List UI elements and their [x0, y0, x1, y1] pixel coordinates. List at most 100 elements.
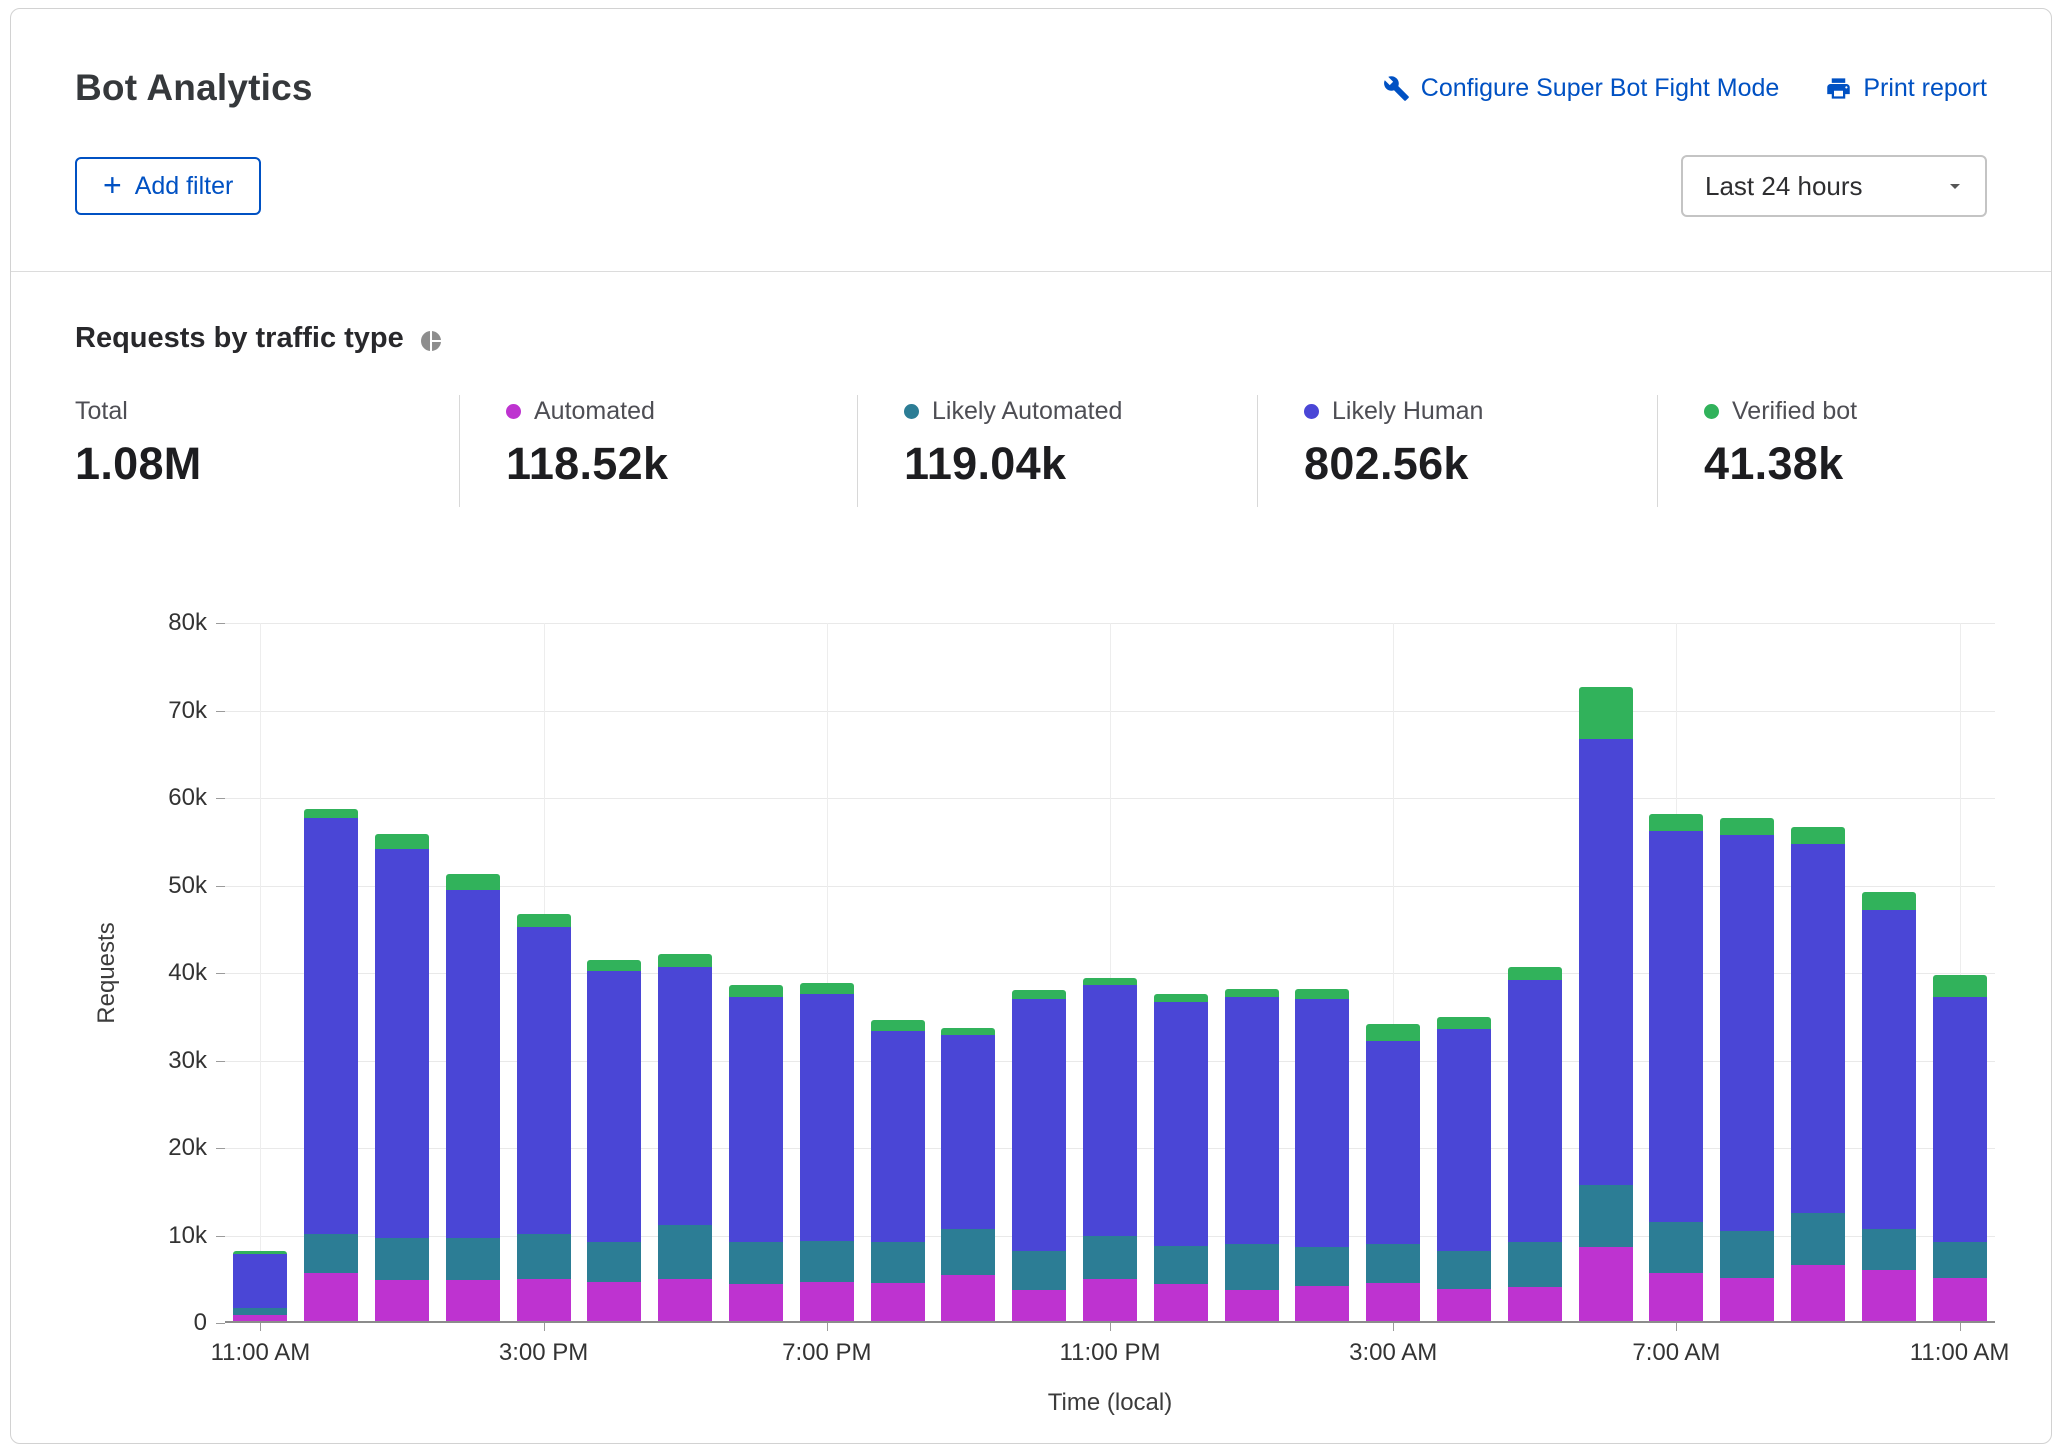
bar-segment-likely-automated	[1862, 1229, 1916, 1270]
bar-segment-likely-human	[658, 967, 712, 1225]
bar-segment-automated	[871, 1283, 925, 1321]
stat-label: Verified bot	[1732, 397, 1857, 426]
add-filter-button[interactable]: + Add filter	[75, 157, 261, 215]
bar-segment-verified-bot	[375, 834, 429, 849]
bar-14	[1225, 989, 1279, 1321]
time-range-value: Last 24 hours	[1705, 171, 1863, 202]
stats-row: Total1.08MAutomated118.52kLikely Automat…	[75, 395, 1987, 507]
y-tick-mark	[216, 973, 225, 974]
bar-segment-likely-automated	[375, 1238, 429, 1280]
bar-23	[1862, 892, 1916, 1321]
bar-segment-automated	[1083, 1279, 1137, 1321]
x-tick-label: 7:00 AM	[1632, 1339, 1720, 1367]
card-body: Requests by traffic type Total1.08MAutom…	[11, 272, 2051, 1444]
bar-segment-verified-bot	[1083, 978, 1137, 985]
bar-segment-verified-bot	[1508, 967, 1562, 980]
bar-segment-automated	[587, 1282, 641, 1321]
bar-20	[1649, 814, 1703, 1322]
bar-segment-verified-bot	[1012, 990, 1066, 999]
bar-segment-likely-automated	[446, 1238, 500, 1280]
bar-segment-likely-human	[800, 994, 854, 1241]
bar-segment-likely-automated	[1579, 1185, 1633, 1246]
stat-automated: Automated118.52k	[459, 395, 857, 507]
bar-segment-likely-automated	[871, 1242, 925, 1283]
configure-super-bot-fight-mode-link[interactable]: Configure Super Bot Fight Mode	[1383, 74, 1780, 103]
bar-segment-verified-bot	[1720, 818, 1774, 836]
legend-dot-icon	[506, 404, 521, 419]
bar-segment-likely-automated	[800, 1241, 854, 1282]
bar-segment-likely-automated	[658, 1225, 712, 1279]
x-tick-label: 7:00 PM	[782, 1339, 871, 1367]
y-tick-mark	[216, 1323, 225, 1324]
bar-segment-automated	[1862, 1270, 1916, 1321]
bar-segment-automated	[233, 1315, 287, 1321]
bar-segment-verified-bot	[233, 1251, 287, 1254]
bar-17	[1437, 1017, 1491, 1321]
bar-segment-likely-human	[1295, 999, 1349, 1247]
bar-segment-automated	[1154, 1284, 1208, 1321]
bar-segment-automated	[941, 1275, 995, 1321]
x-tick-mark	[1393, 1323, 1394, 1331]
bar-segment-verified-bot	[941, 1028, 995, 1035]
bar-segment-automated	[1295, 1286, 1349, 1321]
bar-segment-likely-human	[1366, 1041, 1420, 1244]
bar-11	[1012, 990, 1066, 1321]
bar-segment-likely-human	[517, 927, 571, 1233]
page-title: Bot Analytics	[75, 67, 313, 109]
bar-segment-automated	[1791, 1265, 1845, 1321]
y-tick-mark	[216, 1061, 225, 1062]
bar-segment-automated	[1720, 1278, 1774, 1321]
x-tick-label: 11:00 AM	[1910, 1339, 2010, 1367]
bot-analytics-card: Bot Analytics Configure Super Bot Fight …	[10, 8, 2052, 1444]
bar-segment-verified-bot	[871, 1020, 925, 1031]
bar-segment-verified-bot	[1366, 1024, 1420, 1042]
x-tick-mark	[1960, 1323, 1961, 1331]
x-tick-label: 11:00 PM	[1060, 1339, 1161, 1367]
bar-segment-automated	[1649, 1273, 1703, 1321]
card-header: Bot Analytics Configure Super Bot Fight …	[11, 9, 2051, 109]
bar-segment-likely-automated	[729, 1242, 783, 1284]
bar-7	[729, 985, 783, 1321]
y-tick-label: 20k	[168, 1134, 207, 1162]
bar-segment-likely-automated	[304, 1234, 358, 1273]
bar-5	[587, 960, 641, 1321]
time-range-select[interactable]: Last 24 hours	[1681, 155, 1987, 217]
bar-19	[1579, 687, 1633, 1321]
bar-segment-likely-automated	[1933, 1242, 1987, 1278]
x-tick-label: 3:00 PM	[499, 1339, 588, 1367]
header-links: Configure Super Bot Fight Mode Print rep…	[1383, 74, 1987, 103]
stat-label: Likely Automated	[932, 397, 1122, 426]
filter-controls: + Add filter Last 24 hours	[11, 109, 2051, 271]
bar-segment-verified-bot	[1154, 994, 1208, 1002]
bar-segment-automated	[1579, 1247, 1633, 1321]
bar-segment-verified-bot	[517, 914, 571, 927]
x-tick-mark	[1676, 1323, 1677, 1331]
bar-13	[1154, 994, 1208, 1321]
bar-segment-automated	[304, 1273, 358, 1321]
stat-likely-automated: Likely Automated119.04k	[857, 395, 1257, 507]
bar-segment-verified-bot	[800, 983, 854, 994]
y-tick-mark	[216, 1148, 225, 1149]
bar-segment-likely-human	[233, 1254, 287, 1308]
bar-segment-likely-automated	[1366, 1244, 1420, 1283]
bar-12	[1083, 978, 1137, 1321]
bar-segment-automated	[375, 1280, 429, 1321]
pie-chart-icon	[419, 324, 443, 353]
configure-link-label: Configure Super Bot Fight Mode	[1421, 74, 1780, 103]
print-report-link[interactable]: Print report	[1825, 74, 1987, 103]
bar-segment-verified-bot	[1579, 687, 1633, 740]
y-tick-label: 40k	[168, 959, 207, 987]
bar-22	[1791, 827, 1845, 1321]
bar-segment-verified-bot	[658, 954, 712, 966]
bar-segment-likely-automated	[1791, 1213, 1845, 1265]
stat-verified-bot: Verified bot41.38k	[1657, 395, 1857, 507]
plus-icon: +	[103, 169, 122, 201]
y-tick-label: 50k	[168, 872, 207, 900]
bar-segment-likely-automated	[233, 1308, 287, 1315]
y-tick-label: 60k	[168, 784, 207, 812]
bar-segment-verified-bot	[304, 809, 358, 818]
bar-4	[517, 914, 571, 1321]
chart-plot-area[interactable]: 010k20k30k40k50k60k70k80k11:00 AM3:00 PM…	[225, 623, 1995, 1323]
bar-segment-likely-human	[446, 890, 500, 1238]
bar-segment-verified-bot	[1862, 892, 1916, 910]
